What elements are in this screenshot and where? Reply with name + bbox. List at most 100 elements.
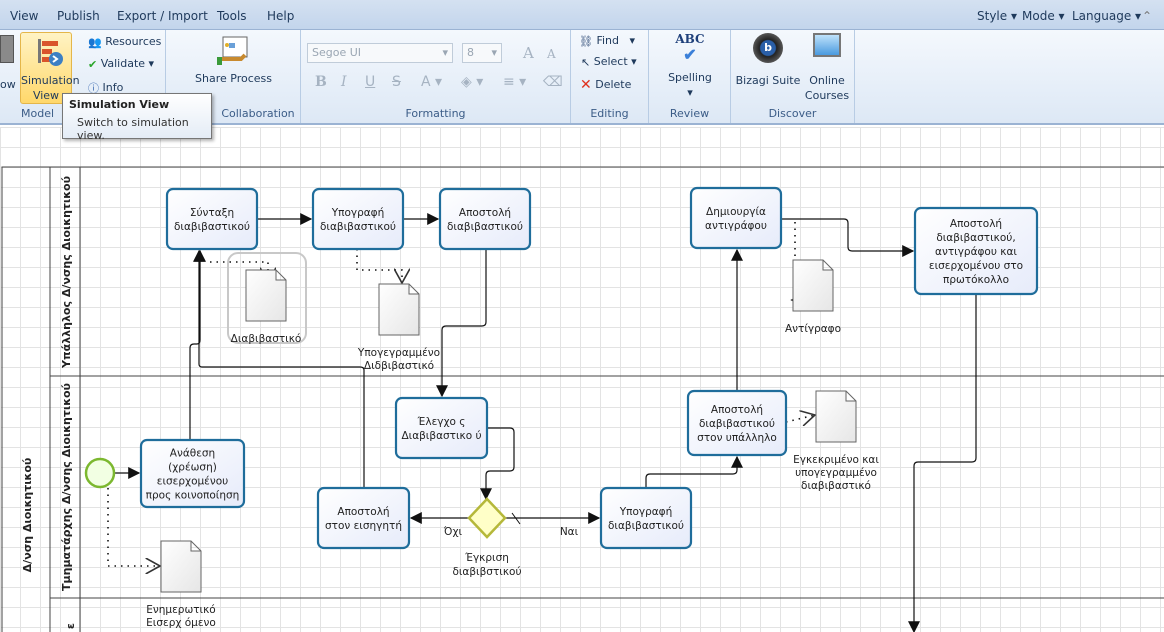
data-object-label: Εγκεκριμένο και: [793, 454, 879, 466]
data-object-label: διαβιβαστικό: [801, 480, 871, 492]
data-object[interactable]: ΥπογεγραμμένοΔιδβιβαστικό: [357, 283, 440, 372]
task-label: εισερχομένου: [157, 476, 228, 488]
task-label: Υπογραφή: [331, 207, 385, 219]
find-button[interactable]: ⛓ Find ▾: [579, 34, 635, 48]
task-label: Έλεγχο ς: [417, 416, 466, 428]
document-icon: [245, 269, 287, 322]
menu-bar: View Publish Export / Import Tools Help …: [0, 0, 1164, 30]
task-label: διαβιβαστικού: [447, 221, 523, 233]
bizagi-suite-button[interactable]: b Bizagi Suite: [735, 33, 801, 88]
task-label: (χρέωση): [168, 462, 217, 474]
data-object[interactable]: ΕνημερωτικόΕισερχ όμενο: [146, 540, 216, 629]
data-object-label: Αντίγραφο: [785, 323, 841, 335]
task[interactable]: Σύνταξη διαβιβαστικού: [165, 187, 259, 251]
delete-button[interactable]: ✕ Delete: [580, 77, 631, 93]
task[interactable]: Αποστολή διαβιβαστικού στον υπάλληλο: [686, 389, 788, 457]
grow-font-icon[interactable]: A: [523, 44, 534, 62]
data-object-label: υπογεγραμμένο: [795, 467, 877, 479]
task[interactable]: Υπογραφή διαβιβαστικού: [311, 187, 405, 251]
font-color-icon[interactable]: A ▾: [421, 74, 442, 90]
data-object[interactable]: Εγκεκριμένο καιυπογεγραμμένοδιαβιβαστικό: [793, 390, 879, 492]
align-icon[interactable]: ≡ ▾: [503, 74, 526, 90]
resources-button[interactable]: 👥 Resources: [88, 35, 161, 49]
task[interactable]: Αποστολή στον εισηγητή: [316, 486, 411, 550]
task-label: διαβιβαστικού,: [936, 232, 1015, 244]
menu-help[interactable]: Help: [267, 9, 294, 23]
exclusive-gateway[interactable]: Έγκριση διαβιβστικού: [452, 497, 522, 578]
bizagi-logo-icon: b: [753, 33, 783, 63]
cursor-icon: ↖: [581, 55, 591, 69]
task-label: Αποστολή: [337, 506, 389, 518]
task-label: Υπογραφή: [619, 506, 673, 518]
select-button[interactable]: ↖ Select ▾: [581, 55, 637, 69]
task-label: διαβιβαστικού: [608, 520, 684, 532]
task-shape: [394, 396, 489, 460]
font-family-select[interactable]: Segoe UI ▾: [307, 43, 453, 63]
bold-icon[interactable]: B: [315, 74, 327, 90]
share-process-icon: [216, 36, 247, 65]
menu-publish[interactable]: Publish: [57, 9, 100, 23]
binoculars-icon: ⛓: [579, 34, 593, 48]
validate-button[interactable]: ✔ Validate ▾: [88, 57, 154, 71]
task-shape: [316, 486, 411, 550]
document-icon: [160, 540, 202, 593]
gateway-label: Έγκριση: [464, 552, 509, 564]
task-label: διαβιβαστικού: [320, 221, 396, 233]
task-shape: [689, 186, 783, 250]
document-icon: [815, 390, 857, 443]
task[interactable]: Υπογραφή διαβιβαστικού: [599, 486, 693, 550]
italic-icon[interactable]: I: [341, 74, 347, 90]
fill-color-icon[interactable]: ◈ ▾: [461, 74, 483, 90]
task[interactable]: Αποστολή διαβιβαστικού, αντιγράφου και εισε…: [913, 206, 1039, 296]
delete-icon: ✕: [580, 77, 592, 93]
eraser-icon[interactable]: ⌫: [543, 74, 563, 90]
lane-label: Τμηματάρχης Δ/νσης Διοικητικού: [60, 383, 73, 591]
data-object[interactable]: Αντίγραφο: [785, 259, 841, 335]
task[interactable]: Αποστολή διαβιβαστικού: [438, 187, 532, 251]
data-object-label: Υπογεγραμμένο: [357, 347, 440, 359]
data-object-label: Εισερχ όμενο: [146, 617, 216, 629]
document-icon: [378, 283, 420, 336]
share-process-button[interactable]: Share Process: [191, 35, 276, 86]
flow-label-yes: Ναι: [560, 526, 579, 538]
font-size-select[interactable]: 8 ▾: [462, 43, 502, 63]
task-label: Διαβιβαστικο ύ: [401, 430, 481, 442]
data-object-label: Διδβιβαστικό: [364, 360, 434, 372]
task-shape: [165, 187, 259, 251]
task-label: Αποστολή: [711, 404, 763, 416]
task-label: προς κοινοποίηση: [146, 490, 240, 502]
menu-export-import[interactable]: Export / Import: [117, 9, 208, 23]
task[interactable]: Ανάθεση (χρέωση) εισερχομένου προς κοινοποί…: [139, 438, 246, 509]
spelling-button[interactable]: ABC ✔ Spelling ▾: [661, 32, 719, 100]
workflow-button[interactable]: ow: [0, 33, 18, 98]
collapse-ribbon-icon[interactable]: ⌃: [1142, 9, 1152, 23]
shrink-font-icon[interactable]: A: [547, 47, 556, 61]
task-label: αντιγράφου: [705, 220, 767, 232]
document-icon: [792, 259, 834, 312]
style-menu[interactable]: Style ▾: [977, 9, 1017, 23]
language-menu[interactable]: Language ▾: [1072, 9, 1141, 23]
task-label: Ανάθεση: [170, 448, 215, 460]
lane-label: ε: [64, 623, 77, 629]
diagram-canvas[interactable]: Δ/νση Διοικητικού Υπάλληλος Δ/νσης Διοικ…: [0, 127, 1164, 632]
data-object[interactable]: Διαβιβαστικό: [231, 269, 302, 345]
online-courses-button[interactable]: Online Courses: [803, 33, 851, 103]
task[interactable]: Δημιουργία αντιγράφου: [689, 186, 783, 250]
simulation-icon: [38, 39, 63, 66]
task-shape: [438, 187, 532, 251]
underline-icon[interactable]: U: [365, 74, 375, 90]
task-label: Δημιουργία: [706, 206, 766, 218]
mode-menu[interactable]: Mode ▾: [1022, 9, 1065, 23]
task[interactable]: Έλεγχο ς Διαβιβαστικο ύ: [394, 396, 489, 460]
group-editing: ⛓ Find ▾ ↖ Select ▾ ✕ Delete Editing: [571, 30, 649, 123]
group-formatting: Segoe UI ▾ 8 ▾ A A B I U S A ▾ ◈ ▾ ≡ ▾ ⌫ F…: [301, 30, 571, 123]
strikethrough-icon[interactable]: S: [392, 74, 401, 90]
task-shape: [311, 187, 405, 251]
flow-label-no: Όχι: [443, 526, 463, 538]
task-shape: [599, 486, 693, 550]
menu-view[interactable]: View: [10, 9, 38, 23]
gateway-label: διαβιβστικού: [452, 566, 521, 578]
menu-tools[interactable]: Tools: [217, 9, 247, 23]
pool-label: Δ/νση Διοικητικού: [21, 458, 34, 573]
start-event[interactable]: [84, 457, 116, 489]
